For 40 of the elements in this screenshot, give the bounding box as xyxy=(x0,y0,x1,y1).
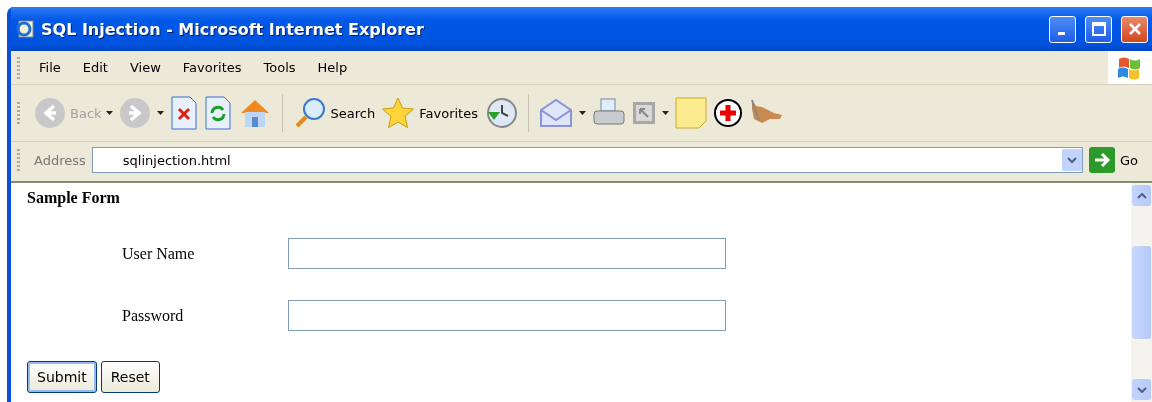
field-label: Password xyxy=(122,306,185,325)
menu-item[interactable]: Help xyxy=(306,58,359,77)
dropdown-icon[interactable] xyxy=(1061,149,1082,171)
window-title: SQL Injection - Microsoft Internet Explorer xyxy=(41,19,425,39)
close-icon xyxy=(1127,22,1142,36)
menu-item[interactable]: Tools xyxy=(252,58,307,77)
input-field[interactable] xyxy=(288,300,726,331)
first-aid-icon[interactable] xyxy=(712,98,743,128)
reset-button[interactable]: Reset xyxy=(100,361,160,393)
scroll-up-icon[interactable] xyxy=(1136,192,1147,199)
caret-icon[interactable] xyxy=(578,111,586,115)
menu-item[interactable]: File xyxy=(28,58,72,77)
menu-item[interactable]: Favorites xyxy=(171,58,253,77)
browser-icon xyxy=(15,19,35,39)
go-button[interactable]: Go xyxy=(1088,147,1138,173)
menu-item[interactable]: Edit xyxy=(71,58,119,77)
caret-icon[interactable] xyxy=(156,111,164,115)
form-heading: Sample Form xyxy=(27,189,121,207)
minimize-button[interactable] xyxy=(1049,15,1076,43)
star-icon xyxy=(381,96,416,130)
maximize-icon xyxy=(1091,22,1106,36)
caret-icon[interactable] xyxy=(661,111,669,115)
scroll-down-icon[interactable] xyxy=(1136,386,1147,393)
search-button[interactable]: Search xyxy=(292,96,376,130)
address-label: Address xyxy=(34,152,86,168)
favorites-button[interactable]: Favorites xyxy=(381,96,478,130)
maximize-button[interactable] xyxy=(1085,15,1112,43)
mail-icon[interactable] xyxy=(538,98,573,128)
field-label: User Name xyxy=(122,244,196,263)
scrollbar[interactable] xyxy=(1131,183,1152,402)
address-field[interactable]: sqlinjection.html xyxy=(91,147,1083,173)
close-button[interactable] xyxy=(1121,15,1148,43)
submit-button[interactable]: Submit xyxy=(27,361,97,393)
refresh-icon[interactable] xyxy=(203,96,232,130)
menu-item[interactable]: View xyxy=(118,58,172,77)
caret-icon[interactable] xyxy=(105,111,113,115)
stop-icon[interactable] xyxy=(169,96,198,130)
minimize-icon xyxy=(1057,31,1065,35)
resize-icon[interactable] xyxy=(631,101,656,125)
input-field[interactable] xyxy=(288,238,726,269)
